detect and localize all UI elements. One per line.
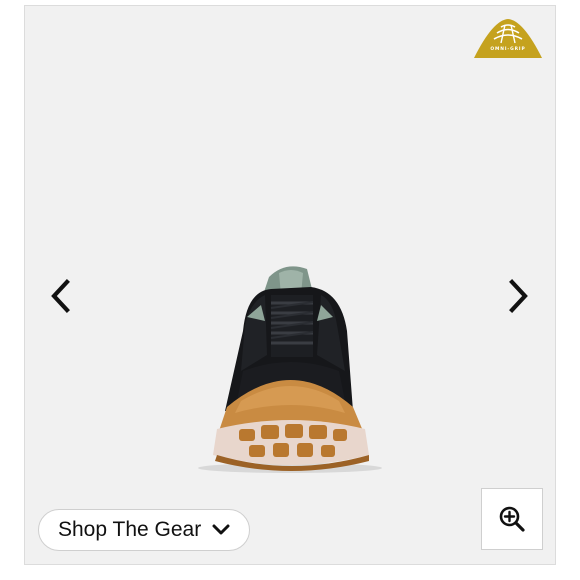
- badge-label: OMNI-GRIP: [490, 47, 526, 52]
- chevron-down-icon: [212, 524, 230, 535]
- shoe-illustration: [198, 266, 382, 473]
- zoom-button[interactable]: [481, 488, 543, 550]
- previous-image-button[interactable]: [43, 276, 83, 316]
- product-image-gallery: OMNI-GRIP Shop The Gear: [24, 5, 556, 565]
- next-image-button[interactable]: [497, 276, 537, 316]
- chevron-right-icon: [509, 279, 528, 313]
- zoom-in-icon: [499, 506, 525, 532]
- omni-grip-badge: OMNI-GRIP: [471, 18, 545, 60]
- shop-the-gear-button[interactable]: Shop The Gear: [38, 509, 250, 551]
- product-image: [187, 261, 397, 476]
- chevron-left-icon: [51, 279, 70, 313]
- shop-the-gear-label: Shop The Gear: [58, 518, 202, 541]
- omni-grip-logo: [474, 19, 542, 58]
